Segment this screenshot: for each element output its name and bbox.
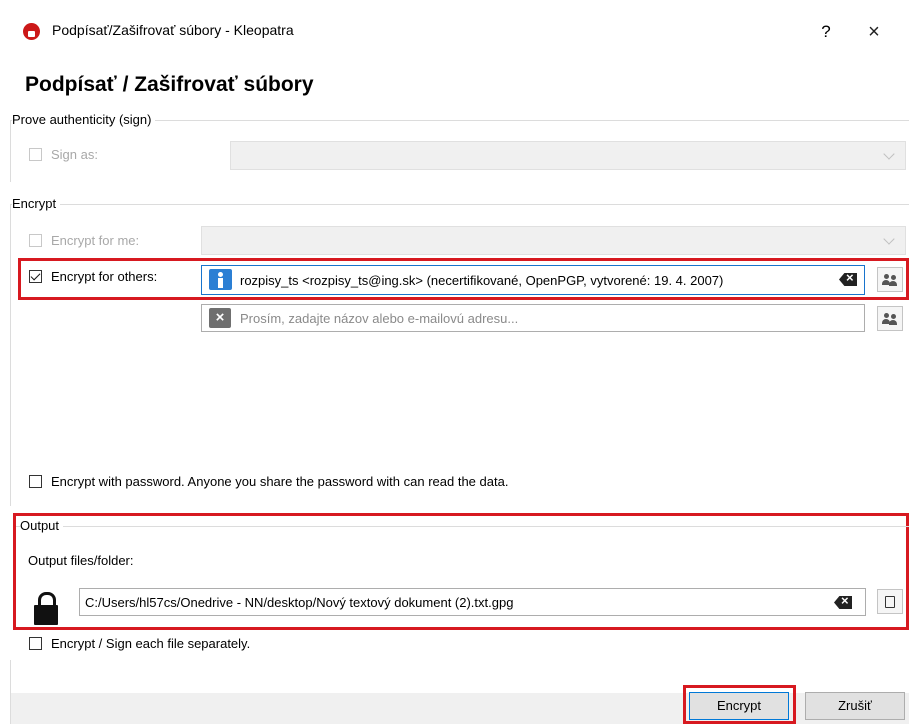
encrypt-for-me-checkbox[interactable] xyxy=(29,234,42,247)
open-file-icon xyxy=(885,596,895,608)
recipient-field[interactable]: rozpisy_ts <rozpisy_ts@ing.sk> (necertif… xyxy=(201,265,865,295)
help-button[interactable]: ? xyxy=(812,19,840,45)
page-title: Podpísať / Zašifrovať súbory xyxy=(25,73,314,96)
encrypt-button[interactable]: Encrypt xyxy=(689,692,789,720)
chevron-down-icon xyxy=(883,148,895,160)
encrypt-with-password-checkbox[interactable] xyxy=(29,475,42,488)
encrypt-group-left-border xyxy=(10,204,11,506)
encrypt-for-me-label: Encrypt for me: xyxy=(51,233,140,248)
encrypt-group-frame xyxy=(10,204,909,205)
sign-group-title: Prove authenticity (sign) xyxy=(12,112,156,127)
close-button[interactable]: × xyxy=(860,18,888,46)
add-recipient-button-2[interactable] xyxy=(877,306,903,331)
clear-icon[interactable] xyxy=(839,273,857,286)
output-path-value: C:/Users/hl57cs/Onedrive - NN/desktop/No… xyxy=(85,595,514,610)
certificate-icon xyxy=(209,269,232,290)
recipient-value: rozpisy_ts <rozpisy_ts@ing.sk> (necertif… xyxy=(240,273,724,288)
recipient-placeholder: Prosím, zadajte názov alebo e-mailovú ad… xyxy=(240,311,519,326)
invalid-x-icon: × xyxy=(209,308,231,328)
chevron-down-icon xyxy=(883,233,895,245)
sign-as-combo[interactable] xyxy=(230,141,906,170)
kleopatra-app-icon xyxy=(23,23,40,40)
sign-as-checkbox[interactable] xyxy=(29,148,42,161)
add-people-icon xyxy=(882,312,898,326)
sign-each-file-separately-label: Encrypt / Sign each file separately. xyxy=(51,636,251,651)
button-bar-left-border xyxy=(10,660,11,724)
encrypt-for-others-checkbox[interactable] xyxy=(29,270,42,283)
output-group-frame xyxy=(16,526,909,527)
recipient-input[interactable]: × Prosím, zadajte názov alebo e-mailovú … xyxy=(201,304,865,332)
add-people-icon xyxy=(882,273,898,287)
output-path-field[interactable]: C:/Users/hl57cs/Onedrive - NN/desktop/No… xyxy=(79,588,866,616)
cancel-button[interactable]: Zrušiť xyxy=(805,692,905,720)
output-files-folder-label: Output files/folder: xyxy=(28,553,134,568)
encrypt-with-password-label: Encrypt with password. Anyone you share … xyxy=(51,474,509,489)
browse-output-button[interactable] xyxy=(877,589,903,614)
window-title: Podpísať/Zašifrovať súbory - Kleopatra xyxy=(52,22,294,38)
add-recipient-button[interactable] xyxy=(877,267,903,292)
encrypt-for-me-combo[interactable] xyxy=(201,226,906,255)
lock-icon xyxy=(34,592,58,625)
sign-group-left-border xyxy=(10,120,11,182)
sign-as-label: Sign as: xyxy=(51,147,98,162)
sign-each-file-separately-checkbox[interactable] xyxy=(29,637,42,650)
output-group-title: Output xyxy=(20,518,64,533)
clear-icon[interactable] xyxy=(834,596,852,609)
encrypt-for-others-label: Encrypt for others: xyxy=(51,269,158,284)
encrypt-group-title: Encrypt xyxy=(12,196,61,211)
